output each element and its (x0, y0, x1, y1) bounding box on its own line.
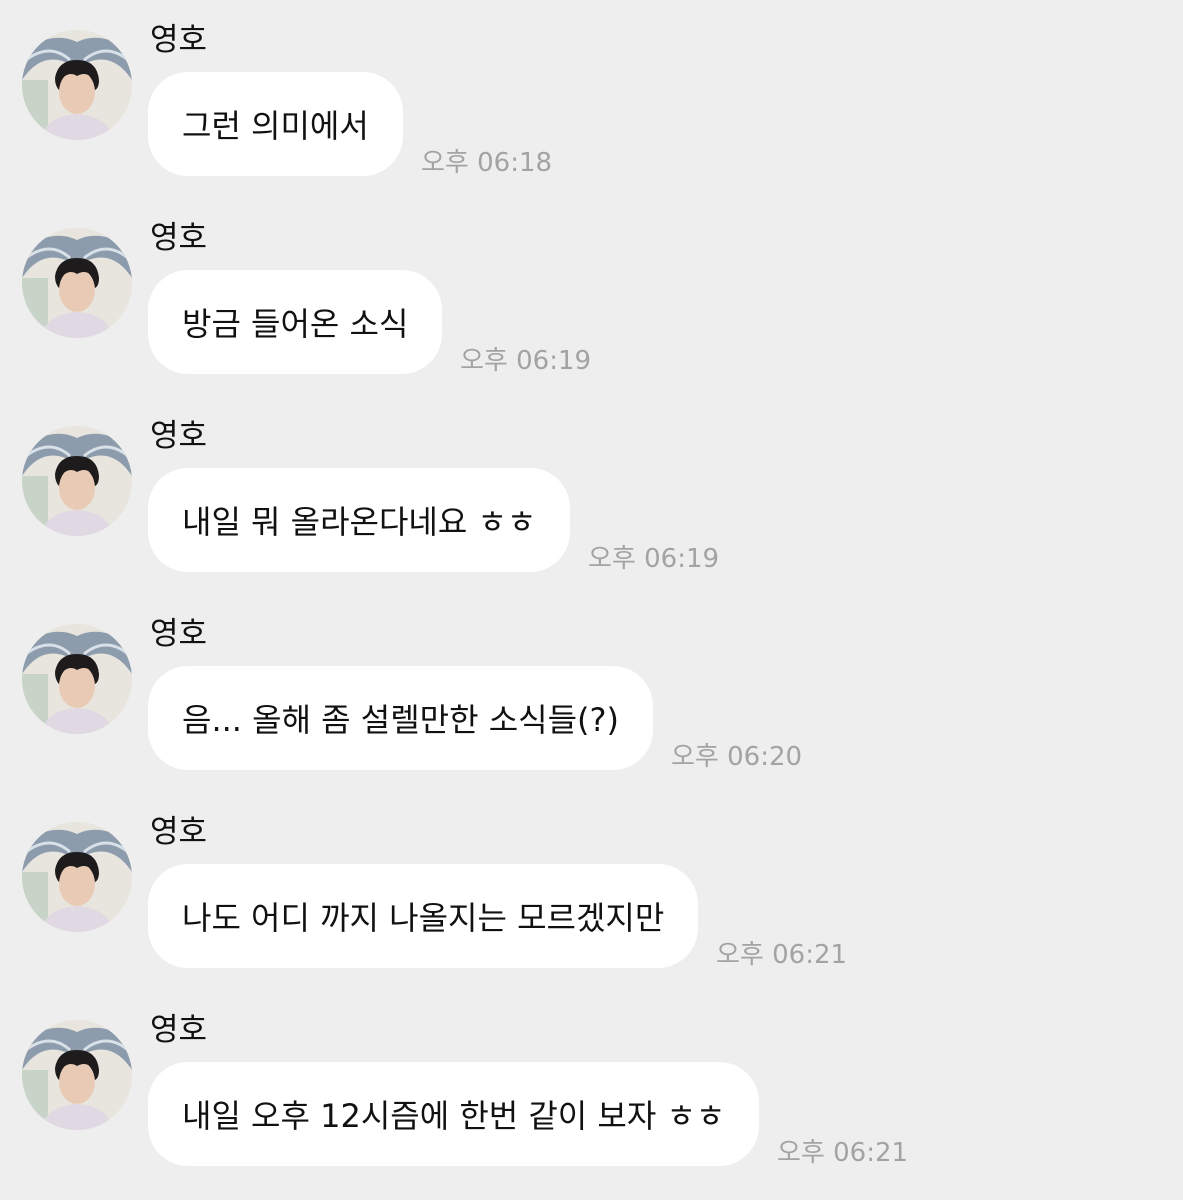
sender-avatar[interactable] (22, 228, 132, 338)
message-bubble[interactable]: 내일 오후 12시즘에 한번 같이 보자 ㅎㅎ (148, 1062, 760, 1166)
profile-photo-icon (22, 822, 132, 932)
sender-avatar[interactable] (22, 1020, 132, 1130)
message-timestamp: 오후 06:19 (460, 346, 592, 376)
sender-name: 영호 (150, 1012, 208, 1048)
chat-message: 영호 방금 들어온 소식 오후 06:19 (0, 198, 1183, 388)
chat-message-list: 영호 그런 의미에서 오후 06:18 영호 방금 들어온 소식 오후 06:1… (0, 0, 1183, 1200)
message-bubble[interactable]: 방금 들어온 소식 (148, 270, 443, 374)
chat-message: 영호 음... 올해 좀 설렐만한 소식들(?) 오후 06:20 (0, 594, 1183, 784)
profile-photo-icon (22, 624, 132, 734)
sender-avatar[interactable] (22, 822, 132, 932)
sender-name: 영호 (150, 814, 208, 850)
sender-name: 영호 (150, 22, 208, 58)
message-timestamp: 오후 06:18 (421, 148, 553, 178)
message-bubble[interactable]: 그런 의미에서 (148, 72, 403, 176)
chat-message: 영호 나도 어디 까지 나올지는 모르겠지만 오후 06:21 (0, 792, 1183, 982)
message-timestamp: 오후 06:21 (777, 1138, 909, 1168)
chat-message: 영호 내일 오후 12시즘에 한번 같이 보자 ㅎㅎ 오후 06:21 (0, 990, 1183, 1180)
message-timestamp: 오후 06:20 (671, 742, 803, 772)
profile-photo-icon (22, 228, 132, 338)
sender-avatar[interactable] (22, 624, 132, 734)
chat-message: 영호 그런 의미에서 오후 06:18 (0, 0, 1183, 190)
profile-photo-icon (22, 426, 132, 536)
sender-avatar[interactable] (22, 30, 132, 140)
sender-name: 영호 (150, 418, 208, 454)
message-bubble[interactable]: 내일 뭐 올라온다네요 ㅎㅎ (148, 468, 571, 572)
sender-avatar[interactable] (22, 426, 132, 536)
message-timestamp: 오후 06:21 (716, 940, 848, 970)
message-bubble[interactable]: 나도 어디 까지 나올지는 모르겠지만 (148, 864, 699, 968)
profile-photo-icon (22, 30, 132, 140)
message-timestamp: 오후 06:19 (588, 544, 720, 574)
sender-name: 영호 (150, 616, 208, 652)
message-bubble[interactable]: 음... 올해 좀 설렐만한 소식들(?) (148, 666, 653, 770)
profile-photo-icon (22, 1020, 132, 1130)
chat-message: 영호 내일 뭐 올라온다네요 ㅎㅎ 오후 06:19 (0, 396, 1183, 586)
sender-name: 영호 (150, 220, 208, 256)
